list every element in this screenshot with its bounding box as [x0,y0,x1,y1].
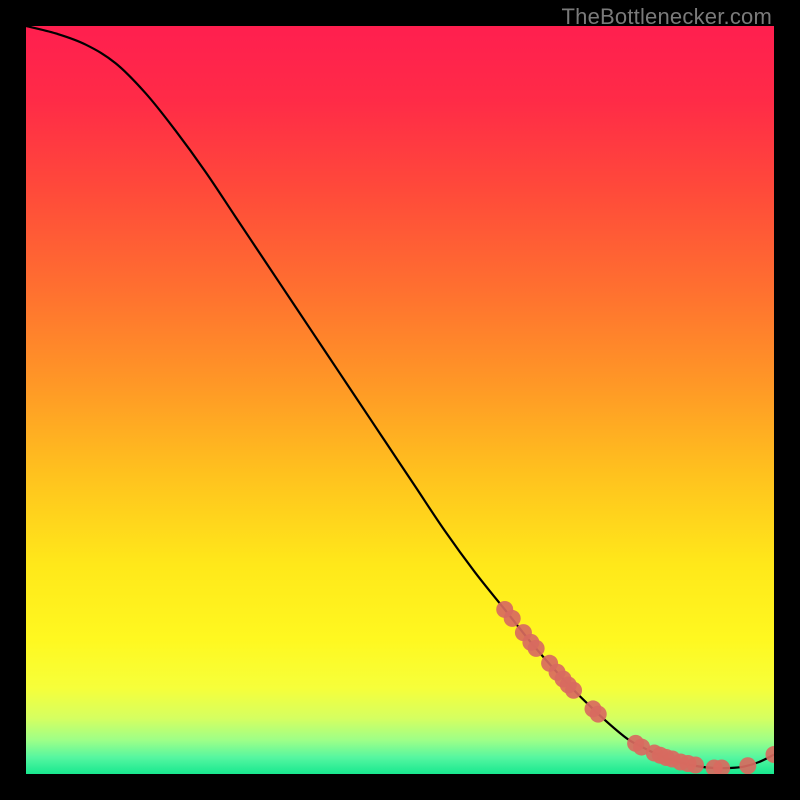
plot-area [26,26,774,774]
data-marker [590,706,607,723]
data-marker [687,757,704,774]
chart-frame: TheBottlenecker.com [0,0,800,800]
data-marker [739,757,756,774]
data-marker [565,682,582,699]
data-marker [528,640,545,657]
data-marker [504,610,521,627]
gradient-background [26,26,774,774]
chart-svg [26,26,774,774]
